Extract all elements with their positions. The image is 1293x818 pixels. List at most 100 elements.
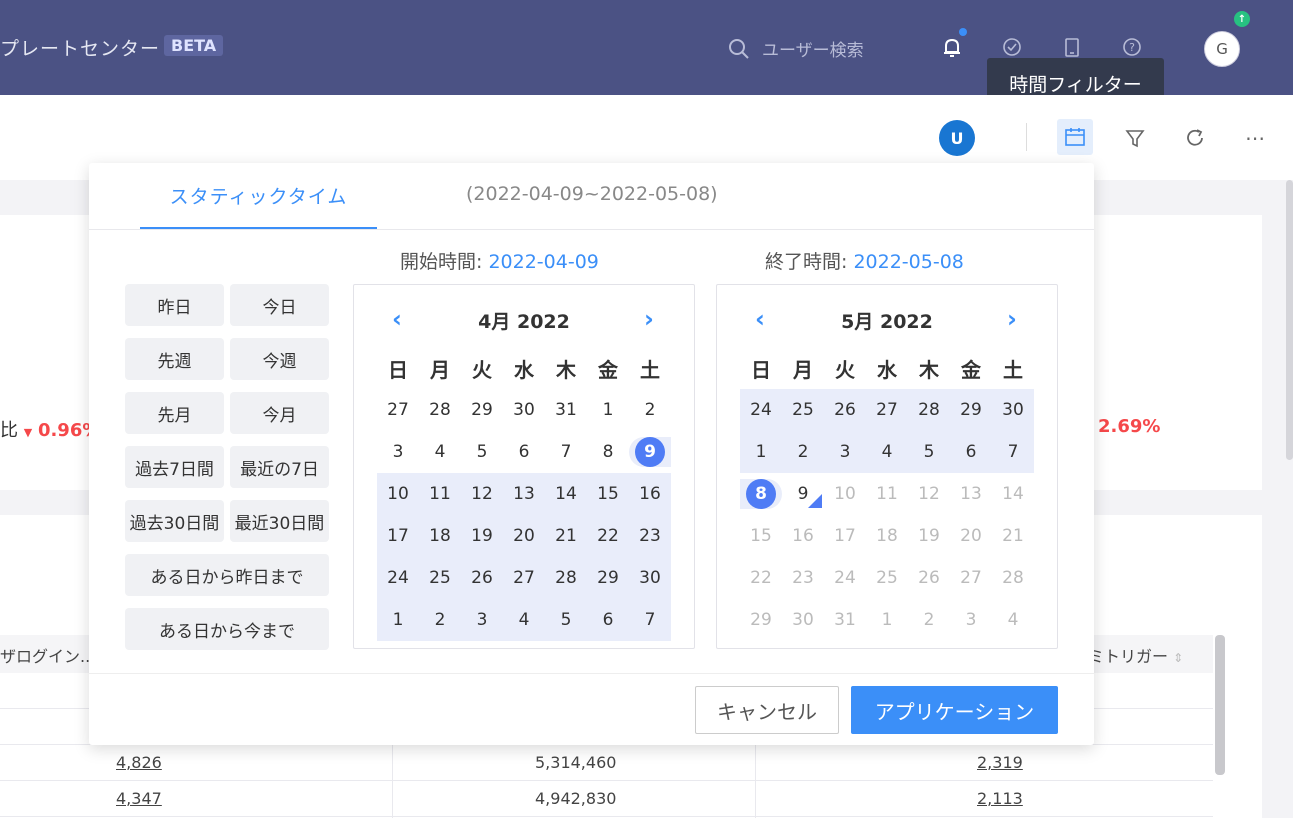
day-cell[interactable]: 7 — [545, 442, 587, 462]
quick-recent-30-days-button[interactable]: 最近30日間 — [230, 500, 329, 542]
day-cell[interactable]: 16 — [629, 484, 671, 504]
start-date-cell[interactable]: 9 — [629, 437, 671, 467]
quick-since-date-to-yesterday-button[interactable]: ある日から昨日まで — [125, 554, 329, 596]
day-cell[interactable]: 13 — [503, 484, 545, 504]
day-cell[interactable]: 25 — [419, 568, 461, 588]
day-cell[interactable]: 2 — [629, 400, 671, 420]
quick-this-week-button[interactable]: 今週 — [230, 338, 329, 380]
day-cell[interactable]: 6 — [950, 442, 992, 462]
day-cell[interactable]: 28 — [545, 568, 587, 588]
day-cell[interactable]: 18 — [419, 526, 461, 546]
day-cell[interactable]: 5 — [545, 610, 587, 630]
day-cell[interactable]: 6 — [503, 442, 545, 462]
day-cell[interactable]: 3 — [824, 442, 866, 462]
day-cell[interactable]: 4 — [503, 610, 545, 630]
quick-this-month-button[interactable]: 今月 — [230, 392, 329, 434]
quick-since-date-to-now-button[interactable]: ある日から今まで — [125, 608, 329, 650]
quick-past-7-days-button[interactable]: 過去7日間 — [125, 446, 224, 488]
refresh-button[interactable] — [1183, 126, 1207, 150]
tab-date-range[interactable]: (2022-04-09~2022-05-08) — [466, 183, 718, 205]
day-cell[interactable]: 3 — [461, 610, 503, 630]
day-cell[interactable]: 24 — [377, 568, 419, 588]
end-date-cell[interactable]: 8 — [740, 479, 782, 509]
quick-last-month-button[interactable]: 先月 — [125, 392, 224, 434]
day-cell[interactable]: 12 — [461, 484, 503, 504]
table-scrollbar[interactable] — [1215, 635, 1225, 775]
help-icon[interactable]: ? — [1121, 36, 1143, 58]
quick-today-button[interactable]: 今日 — [230, 284, 329, 326]
day-cell[interactable]: 29 — [461, 400, 503, 420]
day-cell[interactable]: 27 — [866, 400, 908, 420]
cell-link[interactable]: 2,319 — [977, 753, 1023, 772]
day-cell[interactable]: 17 — [377, 526, 419, 546]
day-cell[interactable]: 5 — [908, 442, 950, 462]
day-cell[interactable]: 20 — [503, 526, 545, 546]
day-cell[interactable]: 2 — [782, 442, 824, 462]
quick-recent-7-days-button[interactable]: 最近の7日 — [230, 446, 329, 488]
day-cell[interactable]: 4 — [866, 442, 908, 462]
next-month-icon[interactable]: › — [1007, 305, 1017, 333]
day-cell[interactable]: 31 — [545, 400, 587, 420]
page-scrollbar[interactable] — [1286, 180, 1293, 460]
day-cell[interactable]: 8 — [587, 442, 629, 462]
refresh-icon — [1187, 129, 1203, 146]
column-header-left[interactable]: ザログイン... — [0, 643, 95, 667]
day-cell[interactable]: 1 — [740, 442, 782, 462]
owner-avatar[interactable]: U — [939, 120, 975, 156]
day-cell[interactable]: 29 — [587, 568, 629, 588]
day-cell[interactable]: 28 — [908, 400, 950, 420]
quick-past-30-days-button[interactable]: 過去30日間 — [125, 500, 224, 542]
day-cell[interactable]: 14 — [545, 484, 587, 504]
day-cell[interactable]: 23 — [629, 526, 671, 546]
check-circle-icon[interactable] — [1001, 36, 1023, 58]
filter-button[interactable] — [1123, 126, 1147, 150]
day-cell[interactable]: 25 — [782, 400, 824, 420]
day-cell[interactable]: 1 — [377, 610, 419, 630]
day-cell[interactable]: 7 — [629, 610, 671, 630]
quick-last-week-button[interactable]: 先週 — [125, 338, 224, 380]
day-cell-disabled: 17 — [834, 526, 856, 546]
day-cell[interactable]: 3 — [377, 442, 419, 462]
user-search[interactable]: ユーザー検索 — [728, 36, 864, 61]
column-header-right[interactable]: ミトリガー ⇕ — [1088, 643, 1183, 667]
day-cell[interactable]: 27 — [377, 400, 419, 420]
day-cell[interactable]: 24 — [740, 400, 782, 420]
day-cell[interactable]: 11 — [419, 484, 461, 504]
day-cell[interactable]: 26 — [824, 400, 866, 420]
apply-button[interactable]: アプリケーション — [851, 686, 1058, 734]
today-cell[interactable]: 9 — [782, 484, 824, 508]
time-filter-button[interactable] — [1057, 119, 1093, 155]
day-cell[interactable]: 30 — [629, 568, 671, 588]
bell-icon[interactable] — [941, 36, 963, 58]
cell-link[interactable]: 4,347 — [116, 789, 162, 808]
day-cell[interactable]: 30 — [503, 400, 545, 420]
day-cell[interactable]: 4 — [419, 442, 461, 462]
day-cell[interactable]: 22 — [587, 526, 629, 546]
day-cell[interactable]: 28 — [419, 400, 461, 420]
day-cell[interactable]: 10 — [377, 484, 419, 504]
svg-text:?: ? — [1129, 41, 1135, 54]
weekday: 月 — [430, 357, 450, 382]
mobile-icon[interactable] — [1061, 36, 1083, 58]
day-cell[interactable]: 19 — [461, 526, 503, 546]
day-cell[interactable]: 5 — [461, 442, 503, 462]
day-cell[interactable]: 30 — [992, 400, 1034, 420]
day-cell[interactable]: 2 — [419, 610, 461, 630]
next-month-icon[interactable]: › — [644, 305, 654, 333]
user-avatar[interactable]: G — [1204, 31, 1240, 67]
sort-icon[interactable]: ⇕ — [1173, 651, 1183, 665]
quick-yesterday-button[interactable]: 昨日 — [125, 284, 224, 326]
cell-link[interactable]: 4,826 — [116, 753, 162, 772]
day-cell[interactable]: 26 — [461, 568, 503, 588]
cancel-button[interactable]: キャンセル — [695, 686, 839, 734]
more-icon[interactable]: ⋯ — [1243, 126, 1267, 150]
day-cell[interactable]: 1 — [587, 400, 629, 420]
day-cell[interactable]: 21 — [545, 526, 587, 546]
cell-link[interactable]: 2,113 — [977, 789, 1023, 808]
day-cell[interactable]: 27 — [503, 568, 545, 588]
day-cell[interactable]: 6 — [587, 610, 629, 630]
day-cell[interactable]: 7 — [992, 442, 1034, 462]
day-cell[interactable]: 15 — [587, 484, 629, 504]
tab-static-time[interactable]: スタティックタイム — [140, 163, 377, 229]
day-cell[interactable]: 29 — [950, 400, 992, 420]
